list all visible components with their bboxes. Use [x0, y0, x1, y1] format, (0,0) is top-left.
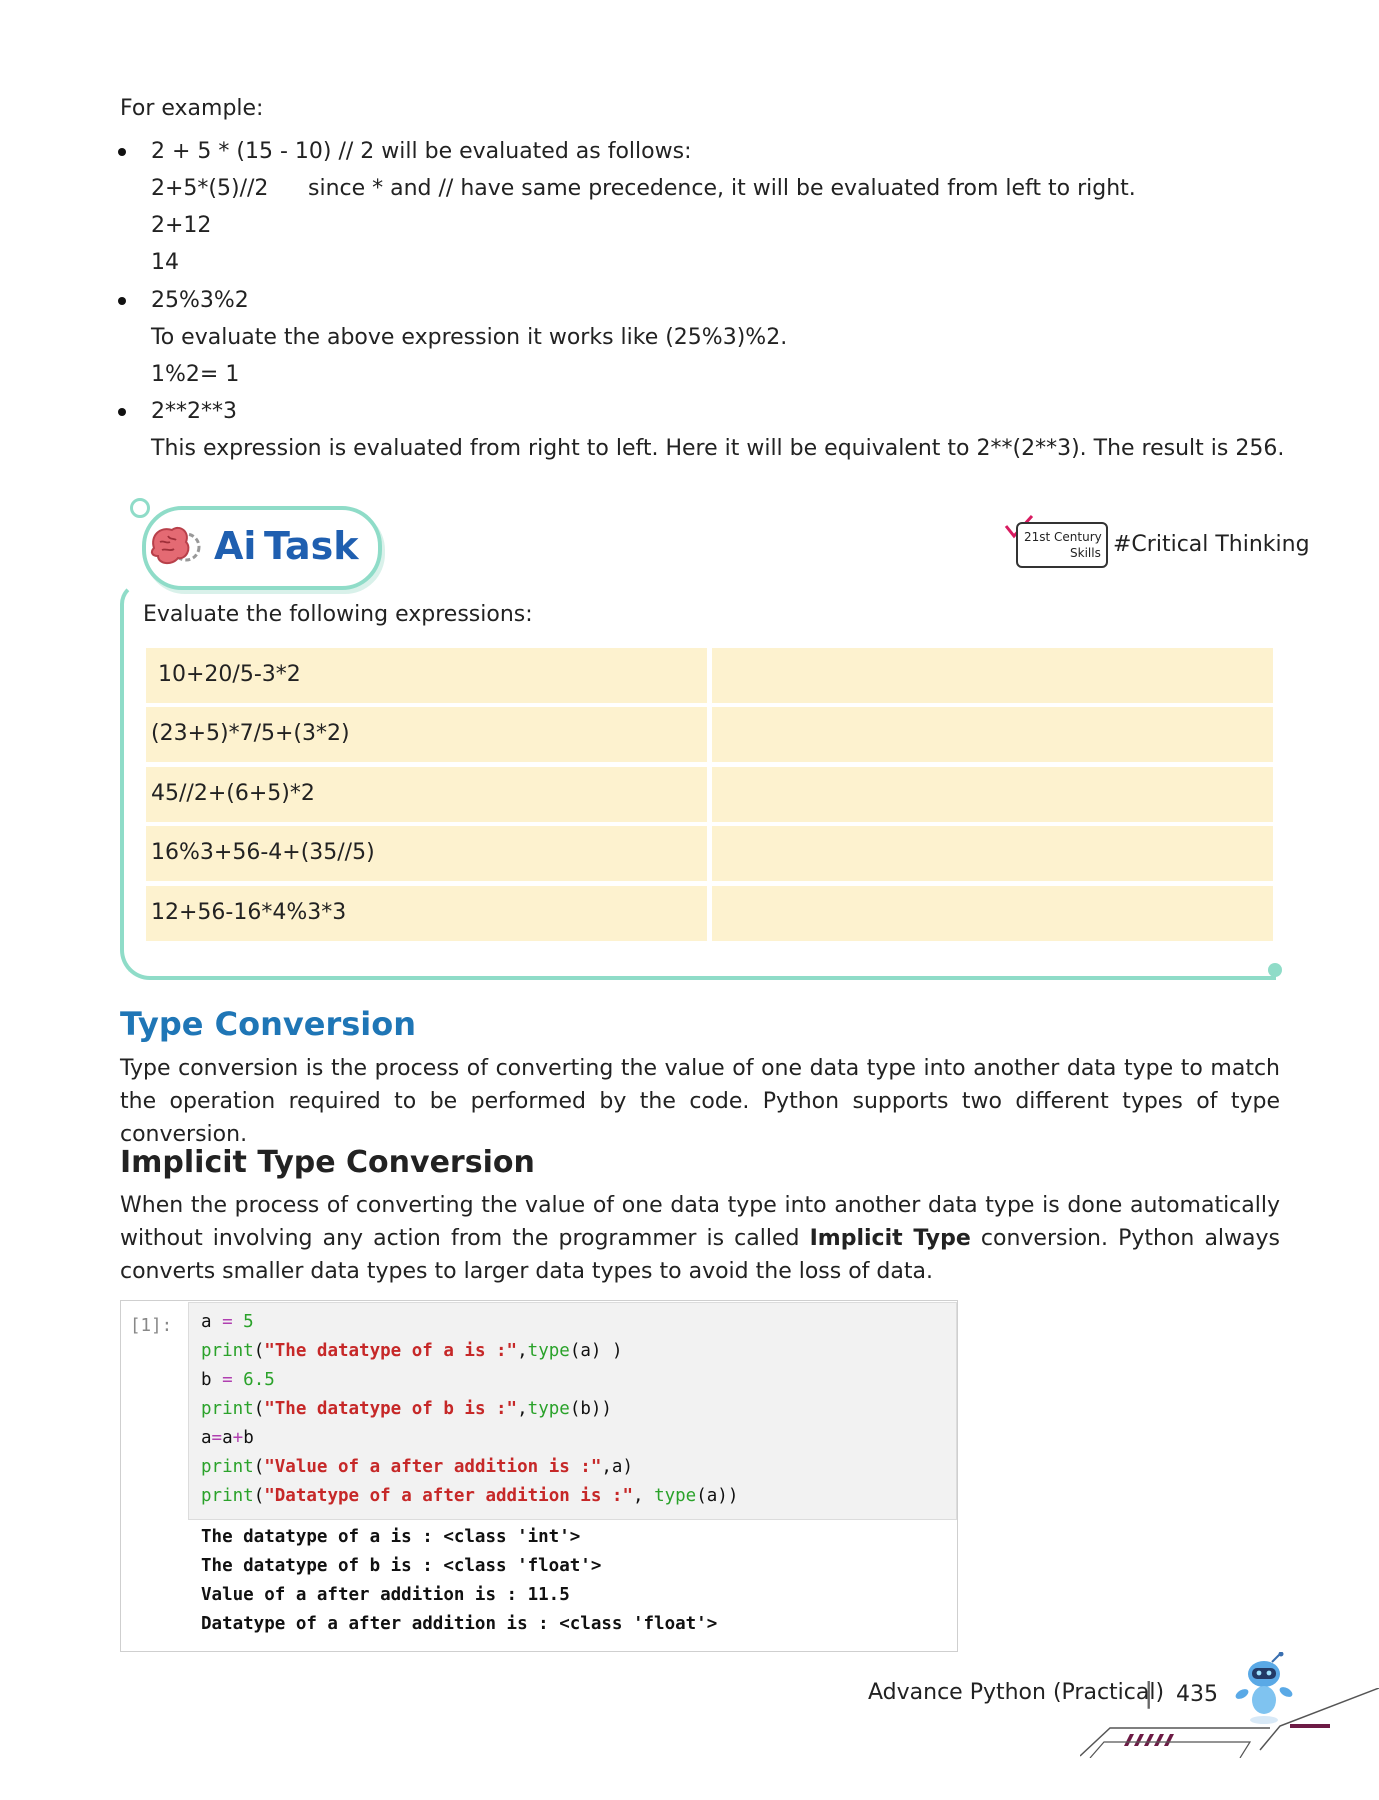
example-expression: 25%3%2	[151, 288, 249, 313]
table-cell-answer	[712, 707, 1273, 762]
task-label: Task	[264, 524, 359, 568]
example-step: 2+5*(5)//2	[151, 176, 269, 201]
bullet-dot	[118, 148, 126, 156]
brain-gear-icon	[150, 526, 201, 564]
code-line: print("Datatype of a after addition is :…	[201, 1486, 739, 1506]
output-line: The datatype of a is : <class 'int'>	[201, 1527, 581, 1547]
bullet-dot	[118, 408, 126, 416]
intro-text: For example:	[120, 96, 264, 121]
example-step: This expression is evaluated from right …	[151, 436, 1285, 461]
bullet-dot	[118, 297, 126, 305]
output-line: The datatype of b is : <class 'float'>	[201, 1556, 602, 1576]
code-line: b = 6.5	[201, 1370, 275, 1390]
skills-line-2: Skills	[1070, 546, 1101, 560]
table-cell-expression: 16%3+56-4+(35//5)	[146, 826, 707, 881]
table-cell-expression: 12+56-16*4%3*3	[146, 886, 707, 941]
example-step: 14	[151, 250, 179, 275]
section-heading: Type Conversion	[120, 1005, 417, 1043]
example-step: To evaluate the above expression it work…	[151, 325, 788, 350]
output-line: Datatype of a after addition is : <class…	[201, 1614, 718, 1634]
cell-prompt: [1]:	[130, 1316, 173, 1336]
task-pill-knob	[130, 498, 150, 518]
code-line: print("Value of a after addition is :",a…	[201, 1457, 633, 1477]
footer-stripe-decoration	[1080, 1688, 1379, 1758]
table-cell-answer	[712, 648, 1273, 703]
code-line: a=a+b	[201, 1428, 254, 1448]
example-step: 1%2= 1	[151, 362, 240, 387]
ai-task-badge: Ai Task	[142, 506, 382, 590]
example-step: 2+12	[151, 213, 212, 238]
subsection-heading: Implicit Type Conversion	[120, 1145, 535, 1180]
table-cell-answer	[712, 886, 1273, 941]
table-cell-answer	[712, 826, 1273, 881]
table-cell-expression: 10+20/5-3*2	[146, 648, 707, 703]
task-instruction: Evaluate the following expressions:	[143, 602, 533, 627]
task-frame-end-dot	[1268, 963, 1282, 977]
code-line: print("The datatype of a is :",type(a) )	[201, 1341, 623, 1361]
example-expression: 2**2**3	[151, 399, 237, 424]
subsection-paragraph: When the process of converting the value…	[120, 1193, 1281, 1284]
example-expression: 2 + 5 * (15 - 10) // 2 will be evaluated…	[151, 139, 692, 164]
code-line: a = 5	[201, 1312, 254, 1332]
output-line: Value of a after addition is : 11.5	[201, 1585, 570, 1605]
table-cell-expression: 45//2+(6+5)*2	[146, 767, 707, 822]
table-cell-answer	[712, 767, 1273, 822]
ai-label: Ai	[214, 524, 257, 568]
example-note: since * and // have same precedence, it …	[308, 176, 1136, 201]
table-cell-expression: (23+5)*7/5+(3*2)	[146, 707, 707, 762]
skill-hashtag: #Critical Thinking	[1113, 532, 1310, 557]
code-line: print("The datatype of b is :",type(b))	[201, 1399, 612, 1419]
skills-line-1: 21st Century	[1024, 530, 1102, 544]
skills-badge: 21st Century Skills	[1016, 522, 1108, 568]
section-paragraph: Type conversion is the process of conver…	[120, 1056, 1280, 1147]
